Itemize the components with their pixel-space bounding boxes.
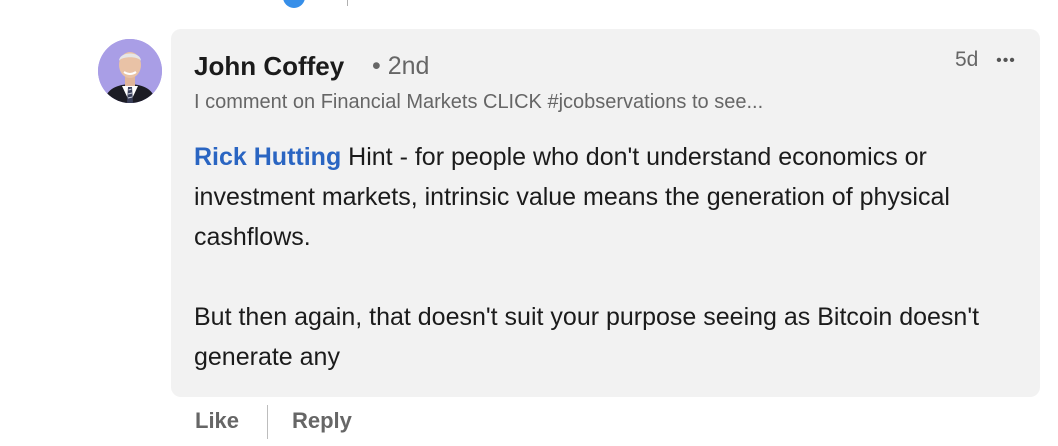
action-divider: [347, 0, 348, 6]
profile-photo-icon: [98, 39, 162, 103]
like-button[interactable]: Like: [195, 408, 239, 434]
author-headline[interactable]: I comment on Financial Markets CLICK #jc…: [194, 91, 954, 114]
comment-body: Rick Hutting Hint - for people who don't…: [194, 137, 1014, 377]
comment-text-2: But then again, that doesn't suit your p…: [194, 303, 980, 371]
previous-comment-actions: [0, 0, 1058, 10]
comment-paragraph: Rick Hutting Hint - for people who don't…: [194, 137, 1014, 257]
connection-degree: • 2nd: [372, 52, 430, 80]
more-options-icon[interactable]: •••: [987, 50, 1025, 72]
reaction-icon: [283, 0, 305, 8]
comment-timestamp: 5d: [955, 48, 979, 71]
avatar[interactable]: [98, 39, 162, 103]
mention-link[interactable]: Rick Hutting: [194, 143, 341, 171]
reply-button[interactable]: Reply: [292, 408, 352, 434]
action-divider: [267, 405, 268, 439]
author-name[interactable]: John Coffey: [194, 51, 344, 82]
